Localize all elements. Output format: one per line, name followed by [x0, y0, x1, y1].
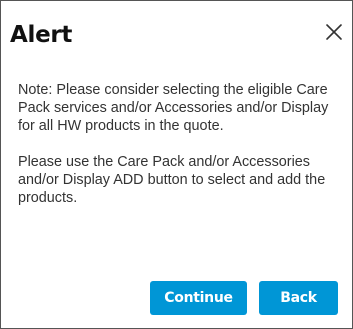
note-paragraph: Note: Please consider selecting the elig…: [18, 82, 329, 134]
instruction-paragraph: Please use the Care Pack and/or Accessor…: [18, 154, 326, 206]
dialog-footer: Continue Back: [1, 281, 352, 315]
alert-dialog: Alert Note: Please consider selecting th…: [0, 0, 353, 329]
continue-button[interactable]: Continue: [150, 281, 247, 315]
dialog-title: Alert: [10, 22, 73, 48]
close-icon: [326, 24, 342, 40]
back-button[interactable]: Back: [259, 281, 338, 315]
close-button[interactable]: [323, 21, 345, 43]
dialog-header: Alert: [1, 1, 352, 63]
dialog-body: Note: Please consider selecting the elig…: [18, 81, 344, 207]
